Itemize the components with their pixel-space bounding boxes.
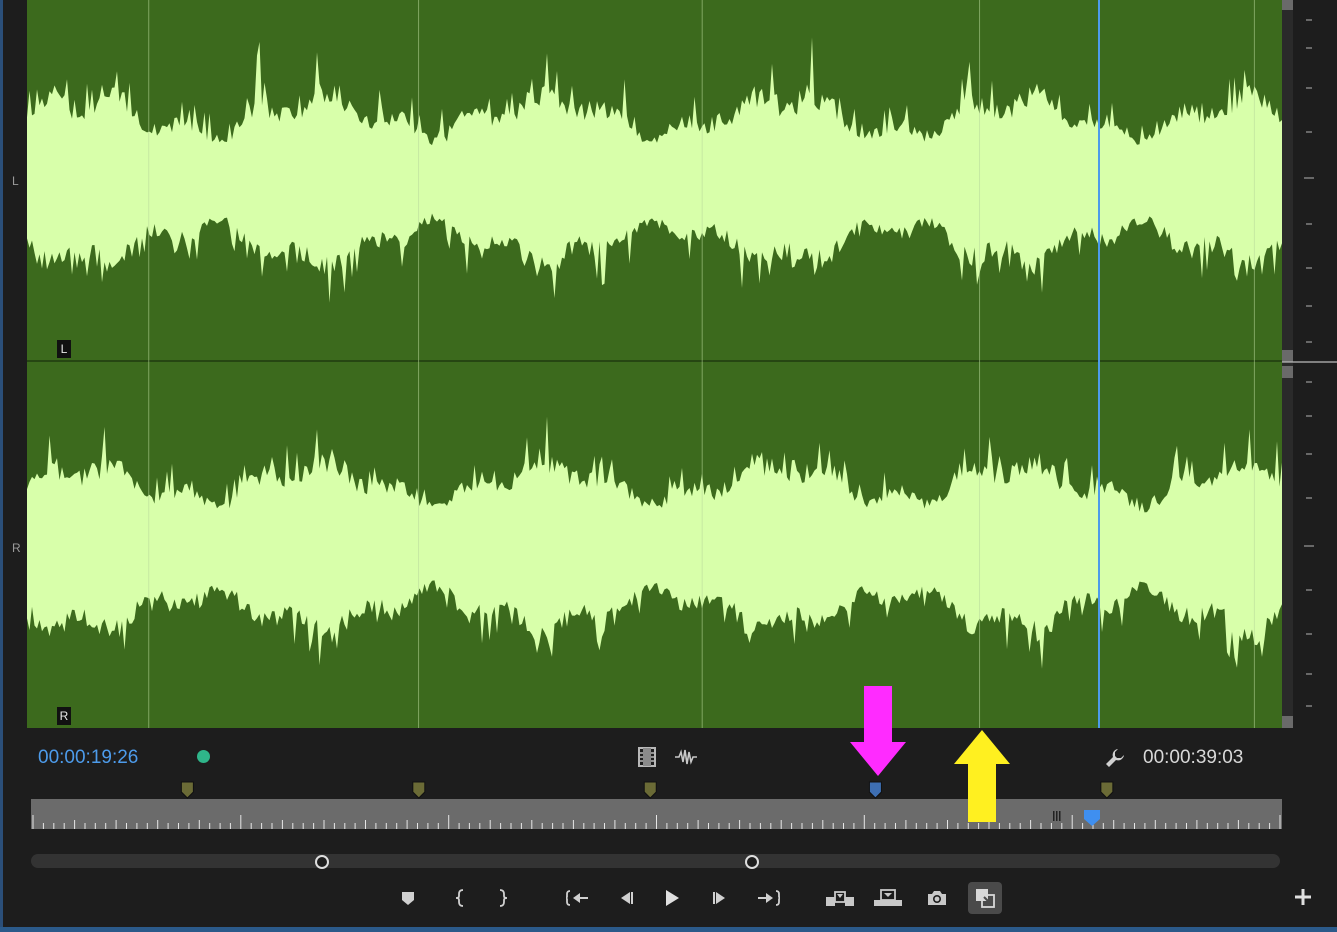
- selected-marker[interactable]: [868, 781, 882, 799]
- playhead-indicator[interactable]: [1083, 809, 1101, 827]
- mark-in-button[interactable]: [443, 882, 477, 914]
- scale-handle[interactable]: [1282, 716, 1293, 728]
- marker[interactable]: [1100, 781, 1114, 799]
- film-strip-icon[interactable]: [636, 746, 658, 768]
- go-to-in-icon: [566, 890, 588, 906]
- step-back-button[interactable]: [609, 882, 643, 914]
- level-scale-svg: [1282, 0, 1337, 728]
- in-out-handle[interactable]: [1053, 808, 1061, 821]
- markers-row[interactable]: [0, 780, 1337, 800]
- status-dot: [197, 750, 210, 763]
- insert-icon: [826, 891, 854, 906]
- mark-in-icon: [455, 889, 464, 907]
- yellow-annotation-arrow: [954, 730, 1010, 822]
- marker[interactable]: [180, 781, 194, 799]
- scale-handle[interactable]: [1282, 366, 1293, 378]
- wrench-icon[interactable]: [1103, 746, 1127, 770]
- play-button[interactable]: [655, 882, 689, 914]
- zoom-handle-left[interactable]: [315, 855, 329, 869]
- insert-button[interactable]: [823, 882, 857, 914]
- marker-icon: [402, 892, 414, 905]
- plus-icon[interactable]: [1292, 886, 1314, 908]
- overwrite-button[interactable]: [871, 882, 905, 914]
- camera-icon: [928, 891, 946, 905]
- right-channel-label: R: [12, 541, 21, 555]
- scale-track: [1282, 0, 1293, 728]
- marker[interactable]: [412, 781, 426, 799]
- add-marker-button[interactable]: [391, 882, 425, 914]
- step-back-icon: [621, 892, 633, 904]
- mark-out-button[interactable]: [486, 882, 520, 914]
- waveform-channel: [27, 37, 1282, 303]
- waveform-display[interactable]: L R: [27, 0, 1282, 728]
- left-channel-badge: L: [57, 340, 71, 358]
- current-timecode[interactable]: 00:00:19:26: [38, 747, 138, 769]
- play-icon: [666, 890, 679, 906]
- waveform-svg: [27, 0, 1282, 728]
- step-forward-button[interactable]: [703, 882, 737, 914]
- go-to-out-button[interactable]: [751, 882, 785, 914]
- scale-handle[interactable]: [1282, 350, 1293, 362]
- zoom-scrollbar[interactable]: [31, 854, 1280, 869]
- zoom-handle-right[interactable]: [745, 855, 759, 869]
- time-ruler[interactable]: [31, 799, 1282, 829]
- go-to-out-icon: [758, 890, 780, 906]
- audio-waveform-icon[interactable]: [673, 747, 699, 767]
- duration-timecode: 00:00:39:03: [1143, 747, 1244, 768]
- toggle-proxies-icon: [976, 889, 995, 908]
- right-channel-badge: R: [57, 707, 71, 725]
- level-scale: [1282, 0, 1337, 728]
- toggle-proxies-button[interactable]: [968, 882, 1002, 914]
- scale-handle[interactable]: [1282, 0, 1293, 10]
- magenta-annotation-arrow: [850, 686, 906, 776]
- overwrite-icon: [874, 889, 902, 906]
- mark-out-icon: [499, 889, 508, 907]
- step-forward-icon: [713, 892, 725, 904]
- marker[interactable]: [643, 781, 657, 799]
- export-frame-button[interactable]: [920, 882, 954, 914]
- left-channel-label: L: [12, 174, 19, 188]
- waveform-channel: [27, 416, 1282, 669]
- go-to-in-button[interactable]: [561, 882, 595, 914]
- panel-bottom-edge: [0, 927, 1337, 932]
